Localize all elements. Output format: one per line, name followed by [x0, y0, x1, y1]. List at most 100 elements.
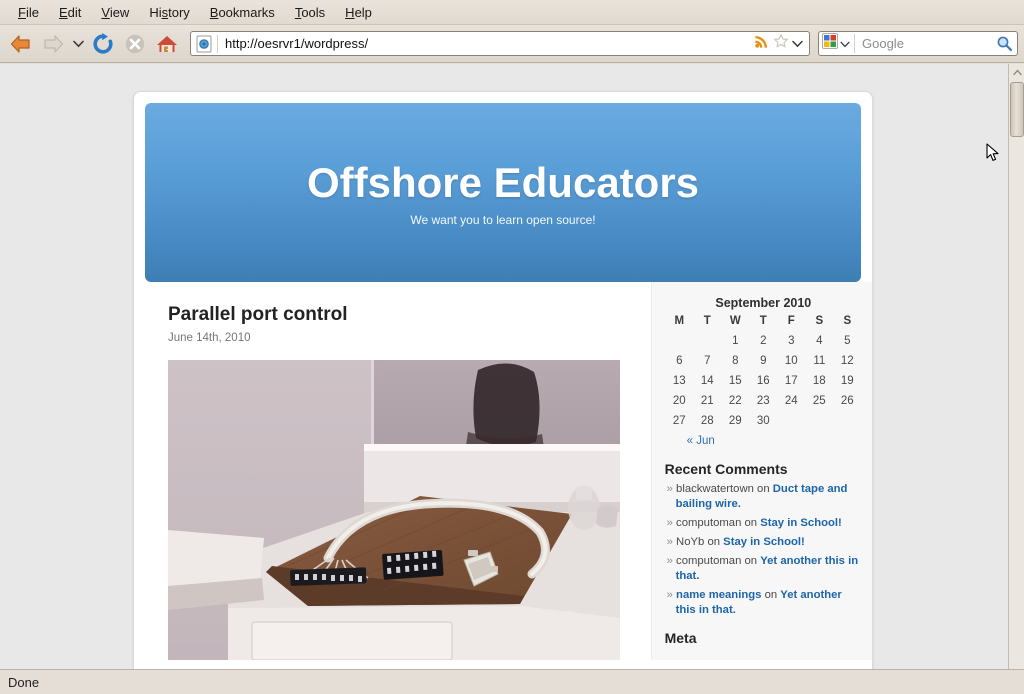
- site-header-banner: Offshore Educators We want you to learn …: [145, 103, 861, 282]
- comment-on-label: on: [744, 517, 758, 529]
- calendar-weekday: S: [815, 315, 824, 327]
- comment-author: computoman: [676, 555, 742, 567]
- calendar-day: 21: [700, 395, 714, 407]
- back-arrow-icon: [10, 34, 30, 53]
- menu-edit[interactable]: Edit: [49, 3, 91, 22]
- calendar-weekday-row: M T W T F S S: [665, 314, 861, 331]
- search-bar[interactable]: Google: [818, 31, 1018, 56]
- status-bar: Done: [0, 669, 1024, 694]
- bullet-icon: »: [666, 483, 673, 495]
- browser-window: File Edit View History Bookmarks Tools H…: [0, 0, 1024, 694]
- bullet-icon: »: [666, 536, 673, 548]
- stop-button: [120, 29, 150, 59]
- comment-post-link[interactable]: Stay in School!: [723, 536, 805, 548]
- calendar-day: 29: [728, 415, 742, 427]
- parallel-port-photo-illustration: [168, 360, 620, 660]
- menu-help[interactable]: Help: [335, 3, 382, 22]
- calendar-weekday: T: [759, 315, 767, 327]
- search-engine-chevron-icon[interactable]: [840, 35, 850, 53]
- calendar-nav: « Jun: [665, 431, 862, 447]
- scroll-up-button[interactable]: [1009, 64, 1024, 80]
- bullet-icon: »: [666, 589, 673, 601]
- menu-file[interactable]: File: [8, 3, 49, 22]
- calendar-week-row: 6 7 8 9 10 11 12: [665, 351, 861, 371]
- calendar-weekday: M: [674, 315, 685, 327]
- menu-history[interactable]: History: [139, 3, 199, 22]
- scrollbar-thumb[interactable]: [1010, 82, 1024, 137]
- menu-bar: File Edit View History Bookmarks Tools H…: [0, 0, 1024, 25]
- post-title[interactable]: Parallel port control: [168, 304, 627, 326]
- search-engine-selector[interactable]: [819, 33, 855, 54]
- calendar-day: 30: [756, 415, 770, 427]
- site-body: Parallel port control June 14th, 2010 Se…: [134, 282, 872, 660]
- back-button[interactable]: [6, 29, 36, 59]
- calendar-day: [693, 331, 721, 351]
- meta-widget-title: Meta: [664, 630, 697, 646]
- search-input[interactable]: Google: [855, 36, 996, 51]
- calendar-weekday: S: [843, 315, 852, 327]
- page-content: Offshore Educators We want you to learn …: [0, 64, 1008, 669]
- home-button[interactable]: [152, 29, 182, 59]
- site-title[interactable]: Offshore Educators: [307, 159, 699, 207]
- comment-on-label: on: [757, 483, 770, 495]
- calendar-week-row: 1 2 3 4 5: [665, 331, 861, 351]
- calendar-week-row: 20 21 22 23 24 25 26: [665, 391, 861, 411]
- address-dropdown-icon[interactable]: [792, 35, 803, 53]
- site-tagline: We want you to learn open source!: [410, 212, 596, 227]
- menu-tools[interactable]: Tools: [285, 3, 335, 22]
- calendar-widget: September 2010 M T W T F S S 1 2 3 4 5 6…: [665, 296, 862, 447]
- calendar-day: 20: [672, 395, 686, 407]
- calendar-day: 25: [812, 395, 826, 407]
- main-content-column: Parallel port control June 14th, 2010: [134, 282, 651, 660]
- magnifier-icon: [997, 36, 1013, 52]
- calendar-day: 3: [788, 335, 795, 347]
- status-text: Done: [8, 674, 40, 690]
- comment-on-label: on: [744, 555, 758, 567]
- rss-icon[interactable]: [754, 33, 770, 54]
- calendar-day: 12: [840, 355, 854, 367]
- calendar-weekday: F: [787, 315, 795, 327]
- calendar-day: 28: [700, 415, 714, 427]
- calendar-prev-month-link[interactable]: « Jun: [687, 435, 715, 447]
- chevron-up-icon: [1012, 69, 1022, 75]
- reload-button[interactable]: [88, 29, 118, 59]
- calendar-day: 11: [813, 355, 826, 367]
- address-bar-text[interactable]: http://oesrvr1/wordpress/: [218, 36, 754, 51]
- calendar-weekday: W: [729, 315, 741, 327]
- list-item: » blackwatertown on Duct tape and bailin…: [667, 482, 862, 512]
- calendar-day: 27: [672, 415, 686, 427]
- calendar-day: 7: [704, 355, 711, 367]
- star-icon[interactable]: [773, 33, 789, 54]
- search-submit-button[interactable]: [996, 35, 1017, 52]
- calendar-day: 15: [728, 375, 742, 387]
- post-image: [168, 360, 620, 660]
- history-dropdown-button[interactable]: [70, 29, 86, 59]
- comment-on-label: on: [764, 589, 778, 601]
- site-container: Offshore Educators We want you to learn …: [133, 91, 873, 669]
- forward-arrow-icon: [44, 34, 64, 53]
- recent-comments-title: Recent Comments: [664, 461, 788, 477]
- bullet-icon: »: [666, 517, 673, 529]
- calendar-day: [805, 411, 833, 431]
- calendar-day: 26: [840, 395, 854, 407]
- navigation-toolbar: http://oesrvr1/wordpress/ Google: [0, 25, 1024, 63]
- calendar-day: 19: [840, 375, 854, 387]
- recent-comments-list: » blackwatertown on Duct tape and bailin…: [665, 482, 862, 618]
- calendar-day: 1: [732, 335, 739, 347]
- post-date: June 14th, 2010: [168, 332, 251, 344]
- chevron-down-icon: [72, 40, 84, 47]
- menu-view[interactable]: View: [91, 3, 139, 22]
- comment-post-link[interactable]: Stay in School!: [760, 517, 842, 529]
- google-icon: [822, 33, 838, 54]
- menu-bookmarks[interactable]: Bookmarks: [200, 3, 285, 22]
- address-bar[interactable]: http://oesrvr1/wordpress/: [190, 31, 810, 56]
- forward-button: [38, 29, 68, 59]
- calendar-day: [665, 331, 693, 351]
- page-favicon-icon: [194, 34, 214, 53]
- comment-author-link[interactable]: name meanings: [676, 589, 761, 601]
- calendar-week-row: 13 14 15 16 17 18 19: [665, 371, 861, 391]
- calendar-day: 14: [700, 375, 714, 387]
- calendar-day: 2: [760, 335, 767, 347]
- calendar-day: 23: [756, 395, 770, 407]
- vertical-scrollbar[interactable]: [1008, 64, 1024, 669]
